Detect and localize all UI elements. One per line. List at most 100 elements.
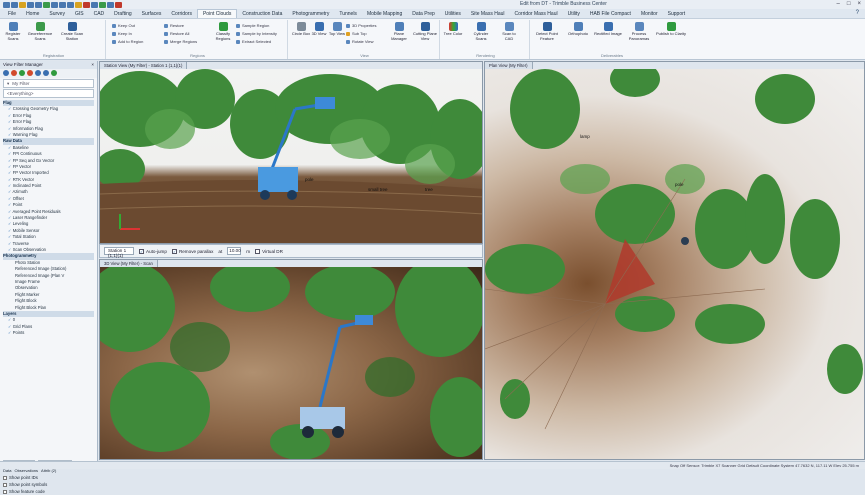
export-icon[interactable] [51, 70, 57, 76]
small-tree-annotation[interactable]: small tree [368, 187, 388, 192]
minimize-icon[interactable]: – [837, 1, 840, 7]
plane-manager-button[interactable]: Plane Manager [388, 22, 410, 41]
layer-icon[interactable] [75, 1, 82, 8]
merge-regions-button[interactable]: Merge Regions [164, 39, 197, 44]
lamp-annotation[interactable]: lamp [580, 134, 590, 139]
window-icon[interactable] [107, 1, 114, 8]
publish-to-clarity-button[interactable]: Publish to Clarity [656, 22, 686, 37]
option-checkbox[interactable]: Show feature code [3, 488, 95, 495]
3d-properties-button[interactable]: 3D Properties [346, 23, 376, 28]
3d-view[interactable]: 3D View (My Filter) - Scan [99, 259, 483, 460]
keep-in-button[interactable]: Keep In [112, 31, 132, 36]
close-icon[interactable]: × [857, 1, 861, 7]
panel-close-icon[interactable]: × [91, 62, 94, 68]
open-icon[interactable] [19, 1, 26, 8]
help-icon[interactable]: ? [856, 10, 859, 16]
menu-tab-utilities[interactable]: Utilities [440, 10, 466, 18]
grid-icon[interactable] [91, 1, 98, 8]
virtual-dr-box[interactable] [255, 248, 261, 254]
station-select[interactable]: Station 1 (1,1)(1) [104, 247, 134, 258]
menu-tab-mobile-mapping[interactable]: Mobile Mapping [362, 10, 407, 18]
stop-icon[interactable] [83, 1, 90, 8]
restore-button[interactable]: Restore [164, 23, 184, 28]
remove-icon[interactable] [27, 70, 33, 76]
tree-color-button[interactable]: Tree Color [442, 22, 464, 37]
virtual-dr-checkbox[interactable]: Virtual DR [255, 248, 283, 254]
filter-select[interactable]: ▾ My Filter [3, 79, 94, 88]
pole-annotation[interactable]: pole [305, 177, 314, 182]
checkbox-box[interactable] [3, 489, 7, 494]
redo-icon[interactable] [35, 1, 42, 8]
menu-tab-tunnels[interactable]: Tunnels [334, 10, 362, 18]
settings-icon[interactable] [35, 70, 41, 76]
remove-parallax-checkbox[interactable]: ✓ Remove parallax [171, 248, 213, 254]
station-view-tab[interactable]: Station View (My Filter) - Station 1 (1,… [100, 62, 188, 69]
keep-out-button[interactable]: Keep Out [112, 23, 135, 28]
extract-selected-button[interactable]: Extract Selected [236, 39, 271, 44]
menu-tab-gis[interactable]: GIS [70, 10, 89, 18]
station-view-canvas[interactable]: pole small tree tree [100, 69, 482, 243]
menu-tab-construction-data[interactable]: Construction Data [237, 10, 287, 18]
checkbox-box[interactable] [3, 482, 7, 487]
create-scan-station-button[interactable]: Create Scan Station [58, 22, 86, 41]
restore-all-button[interactable]: Restore All [164, 31, 189, 36]
georeference-scans-button[interactable]: Georeference Scans [26, 22, 54, 41]
pan-icon[interactable] [59, 1, 66, 8]
tree-item[interactable]: Points [3, 330, 94, 336]
3d-view-canvas[interactable] [100, 267, 482, 459]
classify-regions-button[interactable]: Classify Regions [212, 22, 234, 41]
register-scans-button[interactable]: Register Scans [2, 22, 24, 41]
orthophoto-button[interactable]: Orthophoto [564, 22, 592, 37]
menu-tab-corridors[interactable]: Corridors [166, 10, 197, 18]
app-logo-icon[interactable] [3, 1, 10, 8]
sub-top-button[interactable]: Sub Top [346, 31, 367, 36]
checkbox-box[interactable] [3, 475, 7, 480]
delete-filter-icon[interactable] [11, 70, 17, 76]
option-checkbox[interactable]: Show point IDs [3, 474, 95, 481]
sample-region-button[interactable]: Sample Region [236, 23, 269, 28]
add-filter-icon[interactable] [19, 70, 25, 76]
menu-tab-data-prep[interactable]: Data Prep [407, 10, 440, 18]
alert-icon[interactable] [115, 1, 122, 8]
menu-tab-site-mass-haul[interactable]: Site Mass Haul [466, 10, 510, 18]
menu-tab-surfaces[interactable]: Surfaces [137, 10, 167, 18]
search-dropdown[interactable]: <Everything> [3, 89, 94, 98]
station-view[interactable]: Station View (My Filter) - Station 1 (1,… [99, 61, 483, 244]
auto-jump-box[interactable]: ✓ [139, 248, 144, 254]
maximize-icon[interactable]: □ [847, 1, 851, 7]
new-filter-icon[interactable] [3, 70, 9, 76]
menu-tab-home[interactable]: Home [21, 10, 44, 18]
remove-parallax-box[interactable]: ✓ [171, 248, 177, 254]
measure-icon[interactable] [67, 1, 74, 8]
3d-view-tab[interactable]: 3D View (My Filter) - Scan [100, 260, 158, 267]
plan-view-canvas[interactable]: lamp pole [485, 69, 864, 459]
top-view-button[interactable]: Top View [326, 22, 348, 37]
globe-icon[interactable] [99, 1, 106, 8]
distance-input[interactable]: 10.00 [227, 247, 242, 255]
menu-tab-hab-file-compact[interactable]: HAB File Compact [585, 10, 636, 18]
menu-tab-support[interactable]: Support [663, 10, 691, 18]
detect-point-feature-button[interactable]: Detect Point Feature [532, 22, 562, 41]
menu-tab-cad[interactable]: CAD [89, 10, 110, 18]
zoom-icon[interactable] [43, 1, 50, 8]
plan-view[interactable]: Plan View (My Filter) lamp pole [484, 61, 865, 460]
import-icon[interactable] [43, 70, 49, 76]
plan-pole-annotation[interactable]: pole [675, 182, 684, 187]
select-icon[interactable] [51, 1, 58, 8]
cutting-plane-view-button[interactable]: Cutting Plane View [412, 22, 438, 41]
menu-tab-file[interactable]: File [3, 10, 21, 18]
save-icon[interactable] [11, 1, 18, 8]
menu-tab-utility[interactable]: Utility [563, 10, 585, 18]
scan-to-cad-button[interactable]: Scan to CAD [498, 22, 520, 41]
tree-annotation[interactable]: tree [425, 187, 433, 192]
menu-tab-monitor[interactable]: Monitor [636, 10, 663, 18]
menu-tab-photogrammetry[interactable]: Photogrammetry [287, 10, 334, 18]
menu-tab-survey[interactable]: Survey [44, 10, 70, 18]
option-checkbox[interactable]: Show point symbols [3, 481, 95, 488]
cylinder-scans-button[interactable]: Cylinder Scans [468, 22, 494, 41]
rectified-image-button[interactable]: Rectified Image [594, 22, 622, 37]
process-panoramas-button[interactable]: Process Panoramas [624, 22, 654, 41]
menu-tab-point-clouds[interactable]: Point Clouds [196, 9, 238, 18]
sample-by-intensity-button[interactable]: Sample by Intensity [236, 31, 277, 36]
rotate-view-button[interactable]: Rotate View [346, 39, 374, 44]
